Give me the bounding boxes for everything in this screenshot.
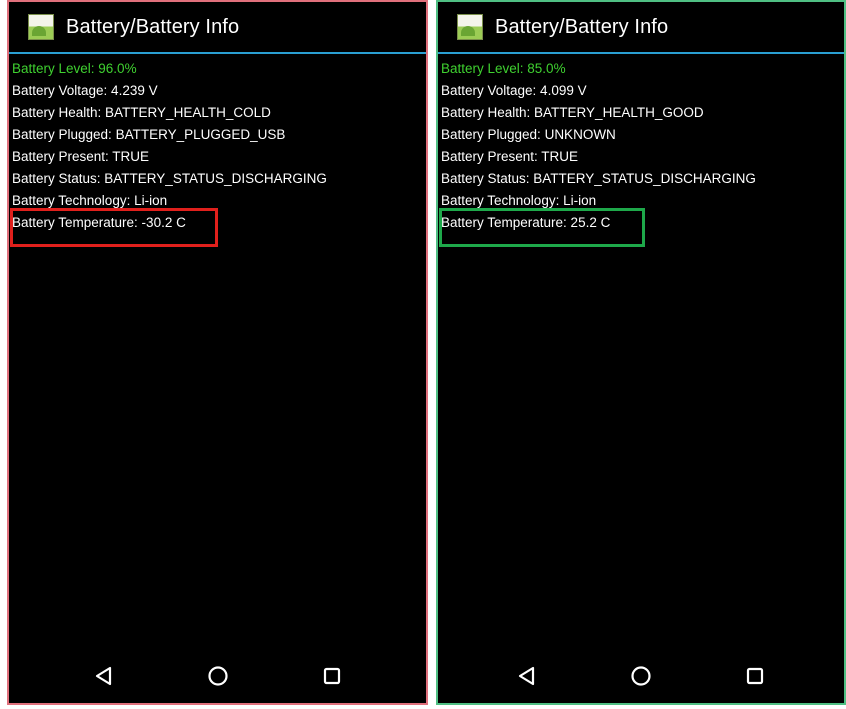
battery-status-line: Battery Status: BATTERY_STATUS_DISCHARGI… [441, 171, 756, 186]
battery-technology-line: Battery Technology: Li-ion [12, 193, 168, 208]
battery-plugged-line: Battery Plugged: UNKNOWN [441, 127, 616, 142]
recents-button[interactable] [317, 661, 347, 691]
battery-technology-line: Battery Technology: Li-ion [441, 193, 597, 208]
battery-status-line: Battery Status: BATTERY_STATUS_DISCHARGI… [12, 171, 327, 186]
home-button[interactable] [203, 661, 233, 691]
battery-info-list: Battery Level: 85.0% Battery Voltage: 4.… [438, 54, 844, 234]
recents-square-icon [323, 667, 340, 685]
navigation-bar [438, 661, 844, 691]
battery-present-line: Battery Present: TRUE [12, 149, 150, 164]
page-title: Battery/Battery Info [495, 15, 669, 38]
back-button[interactable] [512, 661, 542, 691]
battery-health-line: Battery Health: BATTERY_HEALTH_COLD [12, 105, 271, 120]
battery-voltage-line: Battery Voltage: 4.239 V [12, 83, 158, 98]
home-circle-icon [631, 666, 651, 686]
navigation-bar [9, 661, 426, 691]
back-button[interactable] [89, 661, 119, 691]
right-phone-screen: Battery/Battery Info Battery Level: 85.0… [436, 0, 846, 705]
back-triangle-icon [518, 666, 535, 686]
recents-square-icon [746, 667, 764, 685]
home-button[interactable] [626, 661, 656, 691]
battery-present-line: Battery Present: TRUE [441, 149, 579, 164]
recents-button[interactable] [740, 661, 770, 691]
battery-temperature-line: Battery Temperature: -30.2 C [12, 215, 186, 230]
action-bar: Battery/Battery Info [438, 2, 844, 54]
left-phone-screen: Battery/Battery Info Battery Level: 96.0… [7, 0, 428, 705]
battery-voltage-line: Battery Voltage: 4.099 V [441, 83, 587, 98]
battery-temperature-line: Battery Temperature: 25.2 C [441, 215, 611, 230]
battery-app-icon [457, 14, 483, 40]
page-title: Battery/Battery Info [66, 15, 240, 38]
battery-health-line: Battery Health: BATTERY_HEALTH_GOOD [441, 105, 704, 120]
home-circle-icon [207, 666, 228, 686]
battery-plugged-line: Battery Plugged: BATTERY_PLUGGED_USB [12, 127, 286, 142]
back-triangle-icon [95, 666, 111, 686]
battery-app-icon [28, 14, 54, 40]
battery-level-line: Battery Level: 96.0% [12, 61, 137, 76]
battery-info-list: Battery Level: 96.0% Battery Voltage: 4.… [9, 54, 426, 234]
action-bar: Battery/Battery Info [9, 2, 426, 54]
battery-level-line: Battery Level: 85.0% [441, 61, 566, 76]
